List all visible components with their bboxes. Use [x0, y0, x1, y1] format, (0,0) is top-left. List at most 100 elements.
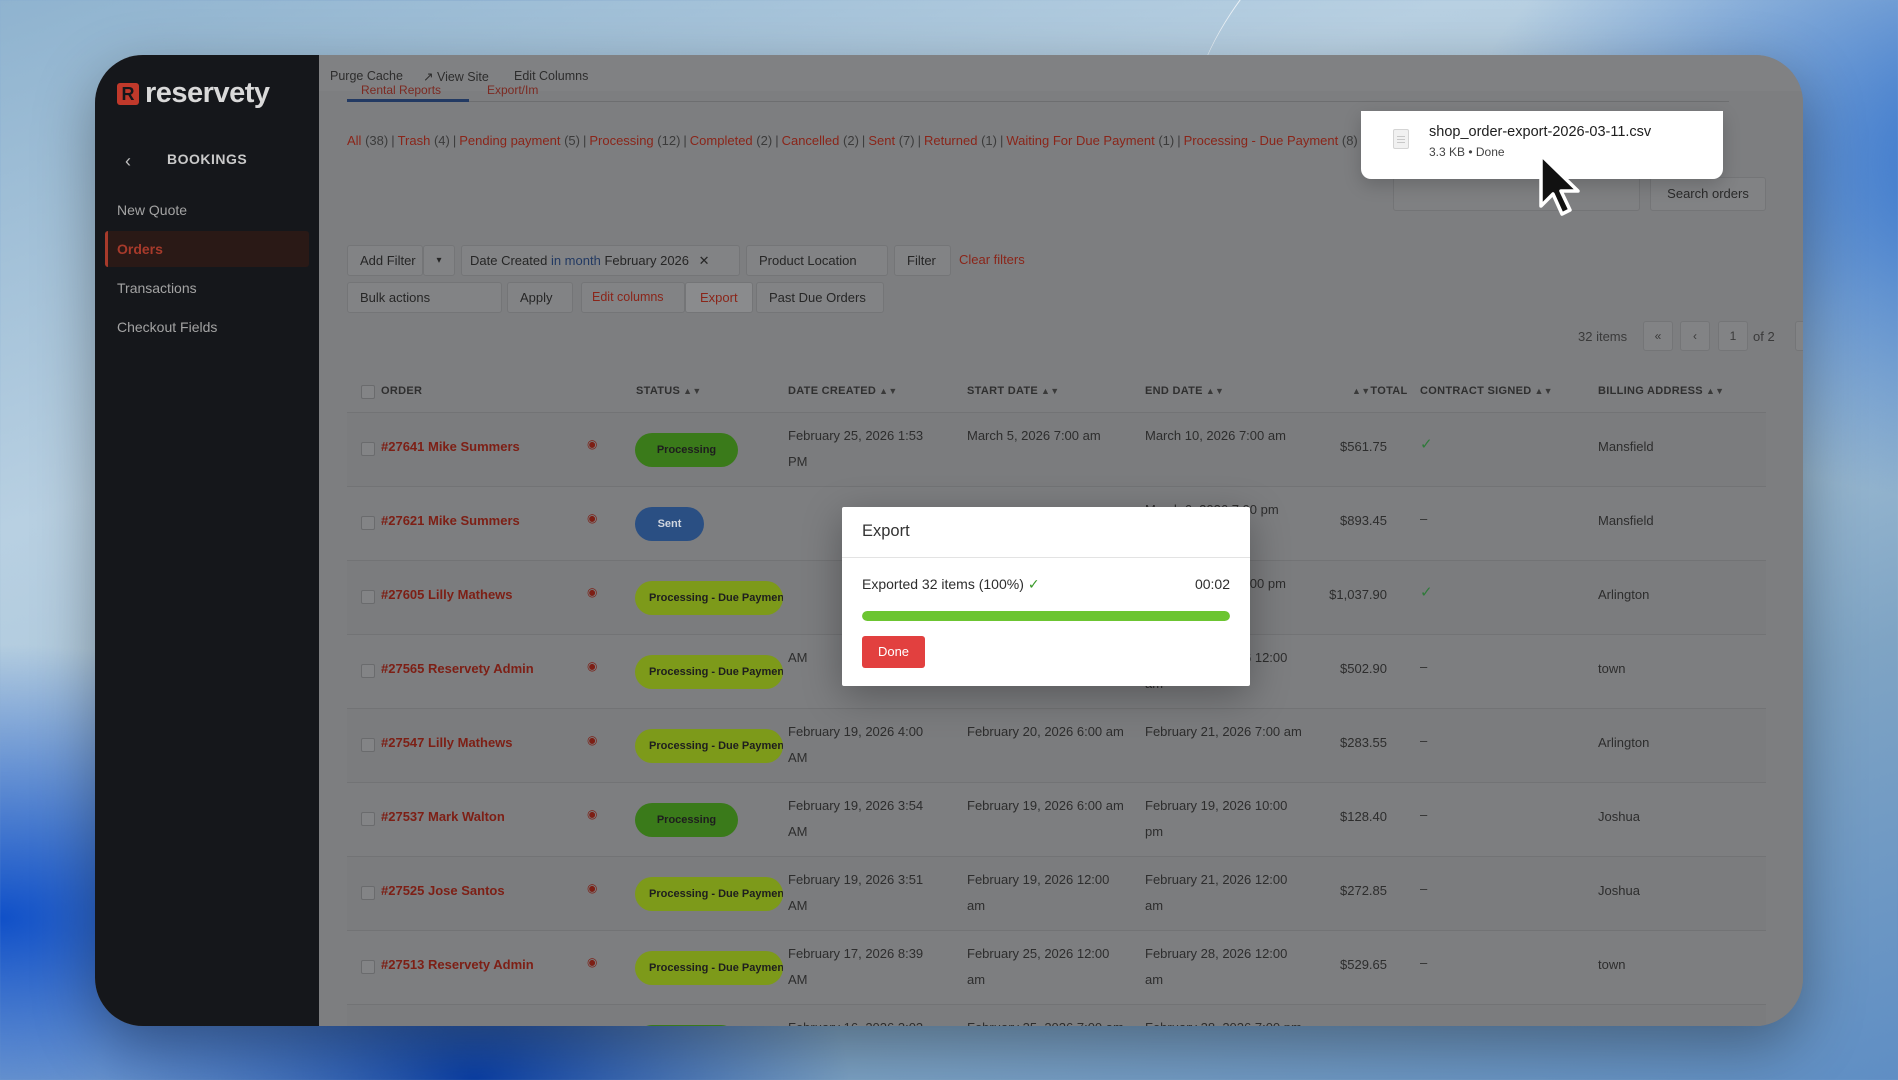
table-row[interactable]: #27537 Mark Walton ◉ Processing February 19…	[347, 782, 1766, 856]
purge-cache-link[interactable]: Purge Cache	[330, 69, 403, 83]
order-link[interactable]: #27641 Mike Summers	[381, 437, 520, 457]
add-filter-button[interactable]: Add Filter	[347, 245, 423, 276]
external-link-icon: ↗	[423, 70, 434, 84]
col-date-created[interactable]: DATE CREATED ▲▼	[788, 385, 898, 397]
status-filter-completed[interactable]: Completed	[690, 133, 753, 148]
current-page-input[interactable]: 1	[1718, 321, 1748, 351]
sidebar-item-orders[interactable]: Orders	[105, 231, 309, 267]
table-row[interactable]: #27525 Jose Santos ◉ Processing - Due Paym…	[347, 856, 1766, 930]
preview-eye-icon[interactable]: ◉	[587, 807, 597, 821]
status-filter-processing-due[interactable]: Processing - Due Payment	[1184, 133, 1339, 148]
status-count: (38)	[365, 133, 389, 148]
preview-eye-icon[interactable]: ◉	[587, 585, 597, 599]
row-checkbox[interactable]	[361, 516, 375, 530]
col-contract-signed[interactable]: CONTRACT SIGNED ▲▼	[1420, 385, 1553, 397]
col-status[interactable]: STATUS ▲▼	[636, 385, 702, 397]
row-checkbox[interactable]	[361, 812, 375, 826]
sidebar-item-new-quote[interactable]: New Quote	[105, 192, 309, 228]
status-count: (1)	[1158, 133, 1175, 148]
status-filter-processing[interactable]: Processing	[589, 133, 653, 148]
row-checkbox[interactable]	[361, 442, 375, 456]
preview-eye-icon[interactable]: ◉	[587, 881, 597, 895]
view-site-link[interactable]: ↗ View Site	[423, 69, 489, 84]
col-end-date[interactable]: END DATE ▲▼	[1145, 385, 1224, 397]
status-count: (2)	[843, 133, 859, 148]
start-date: March 5, 2026 7:00 am	[967, 428, 1101, 443]
export-button[interactable]: Export	[685, 282, 753, 313]
brand-logo[interactable]: R reservety	[117, 77, 270, 110]
billing-address: Mansfield	[1598, 439, 1654, 454]
sidebar-heading: BOOKINGS	[167, 151, 248, 167]
search-orders-button[interactable]: Search orders	[1650, 177, 1766, 211]
tab-export-import[interactable]: Export/Im	[487, 83, 538, 97]
close-icon[interactable]: ✕	[699, 253, 710, 268]
order-link[interactable]: #27605 Lilly Mathews	[381, 585, 513, 605]
clear-filters-link[interactable]: Clear filters	[959, 245, 1025, 276]
col-billing-address[interactable]: BILLING ADDRESS ▲▼	[1598, 385, 1724, 397]
table-row[interactable]: #27641 Mike Summers ◉ Processing February 2…	[347, 412, 1766, 486]
preview-eye-icon[interactable]: ◉	[587, 437, 597, 451]
sidebar-item-transactions[interactable]: Transactions	[105, 270, 309, 306]
status-filter-sent[interactable]: Sent	[868, 133, 895, 148]
col-order[interactable]: ORDER	[381, 385, 422, 397]
preview-eye-icon[interactable]: ◉	[587, 511, 597, 525]
status-filter-waiting-due[interactable]: Waiting For Due Payment	[1006, 133, 1154, 148]
col-total[interactable]: ▲▼TOTAL	[1349, 385, 1408, 397]
back-chevron-icon[interactable]: ‹	[125, 151, 131, 172]
check-icon: ✓	[1027, 576, 1040, 592]
table-row[interactable]: #27513 Reservety Admin ◉ Processing - Due …	[347, 930, 1766, 1004]
download-filename[interactable]: shop_order-export-2026-03-11.csv	[1429, 124, 1651, 140]
status-filter-all[interactable]: All	[347, 133, 361, 148]
sort-icon: ▲▼	[1041, 386, 1060, 396]
order-link[interactable]: #27537 Mark Walton	[381, 807, 505, 827]
bulk-actions-select[interactable]: Bulk actions	[347, 282, 502, 313]
edit-columns-link[interactable]: Edit Columns	[514, 69, 588, 83]
past-due-orders-button[interactable]: Past Due Orders	[756, 282, 884, 313]
filter-button[interactable]: Filter	[894, 245, 951, 276]
order-link[interactable]: #27513 Reservety Admin	[381, 955, 534, 975]
row-checkbox[interactable]	[361, 960, 375, 974]
date-filter-chip[interactable]: Date Created in month February 2026 ✕	[461, 245, 740, 276]
chip-operator: in month	[550, 253, 601, 268]
preview-eye-icon[interactable]: ◉	[587, 955, 597, 969]
start-date: February 25, 2026 12:00 am	[967, 946, 1110, 987]
order-link[interactable]: #27525 Jose Santos	[381, 881, 505, 901]
preview-eye-icon[interactable]: ◉	[587, 733, 597, 747]
sidebar-item-checkout-fields[interactable]: Checkout Fields	[105, 309, 309, 345]
search-input[interactable]	[1393, 177, 1640, 211]
status-filter-cancelled[interactable]: Cancelled	[782, 133, 840, 148]
progress-fill	[862, 611, 1230, 621]
col-start-date[interactable]: START DATE ▲▼	[967, 385, 1059, 397]
add-filter-dropdown-icon[interactable]: ▾	[423, 245, 455, 276]
tab-rental-reports[interactable]: Rental Reports	[361, 83, 441, 97]
brand-name: reservety	[145, 77, 270, 109]
view-site-label: View Site	[436, 70, 489, 84]
row-checkbox[interactable]	[361, 590, 375, 604]
row-checkbox[interactable]	[361, 664, 375, 678]
next-page-button[interactable]: ›	[1795, 321, 1803, 351]
table-row[interactable]: #27499 George Lucas◉ProcessingFebruary 1…	[347, 1004, 1766, 1026]
col-end-date-label: END DATE	[1145, 385, 1203, 397]
status-filter-pending[interactable]: Pending payment	[459, 133, 560, 148]
row-checkbox[interactable]	[361, 738, 375, 752]
apply-button[interactable]: Apply	[507, 282, 573, 313]
done-button[interactable]: Done	[862, 636, 925, 668]
preview-eye-icon[interactable]: ◉	[587, 659, 597, 673]
prev-page-button[interactable]: ‹	[1680, 321, 1710, 351]
row-checkbox[interactable]	[361, 886, 375, 900]
order-link[interactable]: #27547 Lilly Mathews	[381, 733, 513, 753]
contract-signed-indicator: –	[1420, 659, 1428, 674]
col-start-date-label: START DATE	[967, 385, 1039, 397]
download-meta: 3.3 KB • Done	[1429, 145, 1505, 159]
select-all-checkbox[interactable]	[361, 385, 375, 399]
status-filter-trash[interactable]: Trash	[398, 133, 431, 148]
first-page-button[interactable]: «	[1643, 321, 1673, 351]
order-link[interactable]: #27621 Mike Summers	[381, 511, 520, 531]
status-badge: Sent	[635, 507, 704, 541]
order-link[interactable]: #27565 Reservety Admin	[381, 659, 534, 679]
edit-columns-button[interactable]: Edit columns	[581, 282, 685, 313]
sort-icon: ▲▼	[683, 386, 702, 396]
product-location-select[interactable]: Product Location	[746, 245, 888, 276]
status-filter-returned[interactable]: Returned	[924, 133, 977, 148]
table-row[interactable]: #27547 Lilly Mathews ◉ Processing - Due Pa…	[347, 708, 1766, 782]
